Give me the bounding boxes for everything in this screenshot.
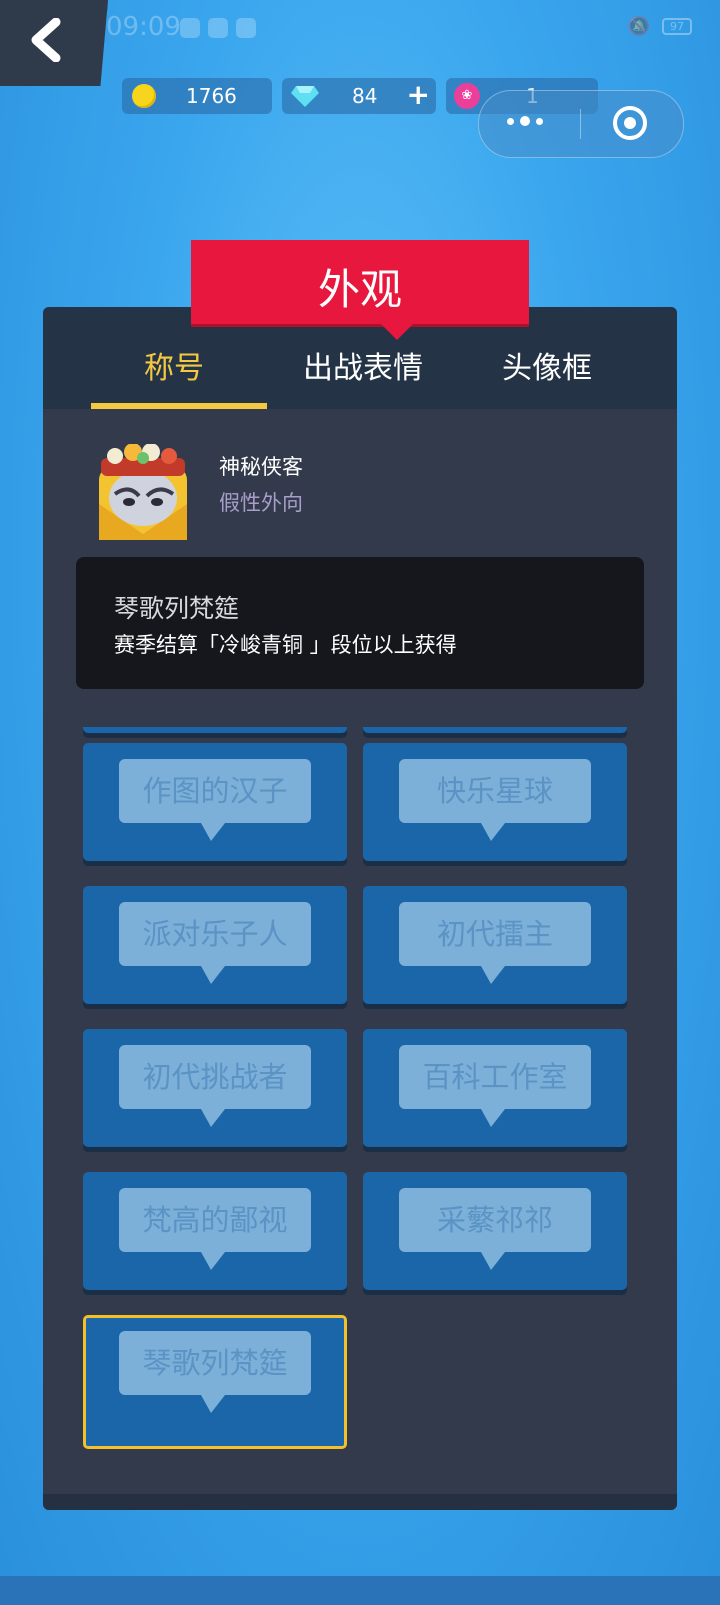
page-title: 外观 [317, 265, 402, 314]
notification-icons [180, 18, 256, 38]
title-card[interactable]: 百科工作室 [363, 1029, 627, 1147]
player-avatar [99, 444, 187, 540]
title-card[interactable]: 快乐星球 [363, 743, 627, 861]
diamond-amount: 84 [352, 84, 378, 108]
title-card-label: 梵高的鄙视 [119, 1188, 311, 1270]
title-card[interactable]: 采蘩祁祁 [363, 1172, 627, 1290]
battery-icon: 97 [662, 18, 692, 35]
title-card-label: 派对乐子人 [119, 902, 311, 984]
panel-footer [43, 1494, 677, 1510]
mini-program-capsule [478, 90, 684, 158]
app-notification-icon [208, 18, 228, 38]
title-description-box: 琴歌列梵筵 赛季结算「冷峻青铜 」段位以上获得 [76, 557, 644, 689]
back-button[interactable] [0, 0, 108, 86]
title-card-label: 快乐星球 [399, 759, 591, 841]
tab-title[interactable]: 称号 [91, 343, 257, 387]
status-time: 09:09 [106, 12, 181, 42]
status-right: 🔕 97 [628, 16, 692, 37]
close-mini-program-icon[interactable] [613, 106, 647, 140]
app-notification-icon [236, 18, 256, 38]
title-card[interactable]: 初代擂主 [363, 886, 627, 1004]
title-card[interactable]: 梵高的鄙视 [83, 1172, 347, 1290]
title-card-label: 作图的汉子 [119, 759, 311, 841]
player-title-tag: 假性外向 [219, 491, 303, 515]
gold-amount: 1766 [186, 84, 237, 108]
more-icon[interactable] [507, 116, 543, 126]
status-bar: ıl HD 09:09 🔕 97 [0, 0, 720, 56]
tab-avatar-frame[interactable]: 头像框 [467, 343, 627, 387]
player-name: 神秘侠客 [219, 455, 303, 479]
tab-battle-emote[interactable]: 出战表情 [283, 343, 443, 387]
title-card-label: 采蘩祁祁 [399, 1188, 591, 1270]
diamond-icon [291, 86, 319, 107]
title-grid[interactable]: 作图的汉子 快乐星球 派对乐子人 初代擂主 初代挑战者 百科工作室 梵高的鄙视 … [43, 727, 677, 1494]
add-diamond-button[interactable]: + [407, 78, 430, 111]
title-card-label: 初代擂主 [399, 902, 591, 984]
ribbon-notch [381, 324, 413, 340]
active-tab-indicator [91, 403, 267, 409]
gold-coin-icon [132, 84, 156, 108]
selected-title-name: 琴歌列梵筵 [114, 594, 240, 623]
capsule-divider [580, 109, 581, 139]
appearance-panel: 称号 出战表情 头像框 神秘侠客 假性外向 琴歌列梵筵 赛季结算「冷峻青铜 」段… [43, 307, 677, 1510]
app-notification-icon [180, 18, 200, 38]
gold-counter: 1766 [122, 78, 272, 114]
selected-title-requirement: 赛季结算「冷峻青铜 」段位以上获得 [114, 633, 457, 657]
title-card-partial[interactable] [83, 727, 347, 733]
back-arrow-icon [31, 18, 61, 62]
diamond-counter: 84 + [282, 78, 436, 114]
mute-icon: 🔕 [627, 16, 650, 37]
header-ribbon: 外观 [191, 240, 529, 340]
title-card-selected[interactable]: 琴歌列梵筵 [83, 1315, 347, 1449]
title-card-label: 百科工作室 [399, 1045, 591, 1127]
title-card[interactable]: 初代挑战者 [83, 1029, 347, 1147]
title-card-label: 琴歌列梵筵 [119, 1331, 311, 1413]
title-card-partial[interactable] [363, 727, 627, 733]
system-nav-bar [0, 1576, 720, 1605]
title-card-label: 初代挑战者 [119, 1045, 311, 1127]
lotus-icon: ❀ [454, 83, 480, 109]
title-card[interactable]: 作图的汉子 [83, 743, 347, 861]
title-card[interactable]: 派对乐子人 [83, 886, 347, 1004]
